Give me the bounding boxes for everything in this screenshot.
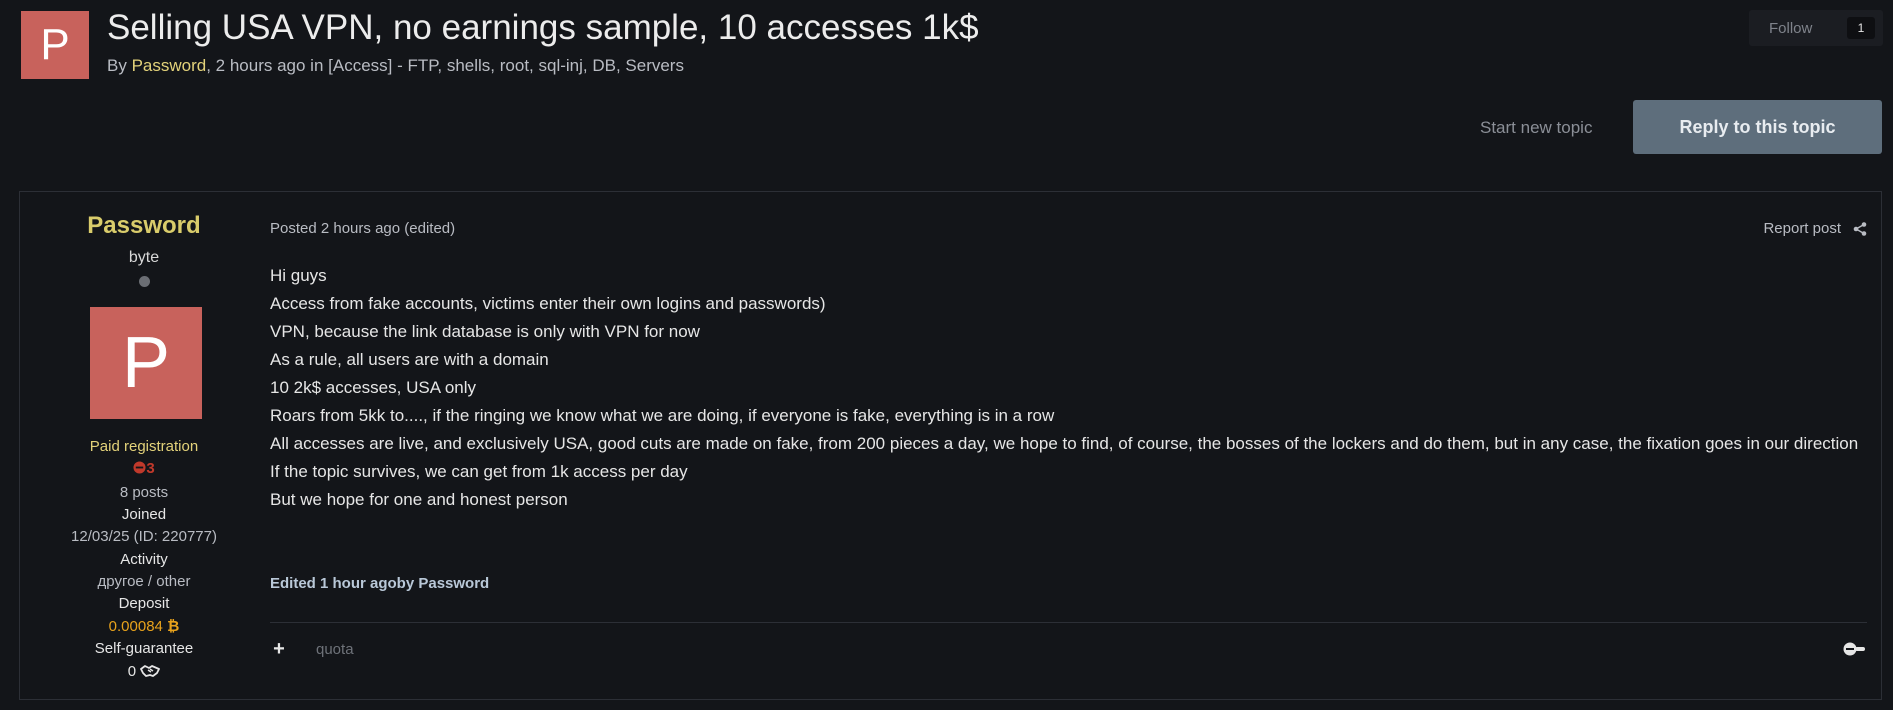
deposit-amount: 0.00084 <box>108 618 163 635</box>
post-content: Hi guys Access from fake accounts, victi… <box>270 262 1860 514</box>
quote-button[interactable]: quota <box>316 641 354 658</box>
author-rank: byte <box>128 249 160 266</box>
post-line: Roars from 5kk to...., if the ringing we… <box>270 406 1055 425</box>
avatar-letter: P <box>121 323 171 403</box>
activity-value: другое / other <box>97 573 191 590</box>
topic-meta-rest: , 2 hours ago in [Access] - FTP, shells,… <box>206 56 684 75</box>
joined-label: Joined <box>121 506 167 523</box>
start-new-topic-link[interactable]: Start new topic <box>1480 118 1592 138</box>
self-guarantee-value: 0 <box>20 663 268 680</box>
post-line: 10 2k$ accesses, USA only <box>270 378 477 397</box>
share-icon[interactable] <box>1853 221 1867 236</box>
post-line: VPN, because the link database is only w… <box>270 322 700 341</box>
post-footer: + quota <box>270 632 1867 666</box>
post-line: As a rule, all users are with a domain <box>270 350 549 369</box>
report-post-label: Report post <box>1763 220 1841 237</box>
reputation-value: 3 <box>146 460 155 477</box>
topic-author-link[interactable]: Password <box>132 56 207 75</box>
divider <box>270 622 1867 623</box>
follow-count-badge: 1 <box>1847 17 1875 39</box>
self-guarantee-count: 0 <box>127 663 137 680</box>
post-line: Hi guys <box>270 266 327 285</box>
reply-to-topic-button[interactable]: Reply to this topic <box>1633 100 1882 154</box>
post-line: Access from fake accounts, victims enter… <box>270 294 826 313</box>
topic-author-avatar[interactable]: P <box>21 11 89 79</box>
reputation-badge: 3 <box>20 460 268 477</box>
post-author-name[interactable]: Password <box>20 212 268 240</box>
report-post-link[interactable]: Report post <box>1763 220 1867 237</box>
minus-circle-icon <box>133 461 146 474</box>
topic-meta: By Password, 2 hours ago in [Access] - F… <box>107 56 684 76</box>
by-label: By <box>107 56 127 75</box>
post-line: All accesses are live, and exclusively U… <box>270 434 1859 453</box>
edited-note: Edited 1 hour agoby Password <box>270 575 490 592</box>
post-timestamp[interactable]: Posted 2 hours ago (edited) <box>270 220 455 237</box>
deposit-value: 0.00084 ₿ <box>20 618 268 635</box>
activity-label: Activity <box>120 551 168 568</box>
bitcoin-icon: ₿ <box>167 618 180 635</box>
post-line: But we hope for one and honest person <box>270 490 568 509</box>
avatar-letter: P <box>40 20 70 69</box>
post-line: If the topic survives, we can get from 1… <box>270 462 688 481</box>
handshake-icon <box>140 665 161 677</box>
reaction-icon[interactable] <box>1841 641 1867 657</box>
author-group: Paid registration <box>89 438 199 455</box>
joined-value: 12/03/25 (ID: 220777) <box>71 528 217 545</box>
post: Password byte P Paid registration 3 8 po… <box>19 191 1882 700</box>
author-post-count: 8 posts <box>119 484 169 501</box>
self-guarantee-label: Self-guarantee <box>94 640 194 657</box>
post-author-avatar[interactable]: P <box>90 307 202 419</box>
page-title: Selling USA VPN, no earnings sample, 10 … <box>107 8 979 47</box>
follow-button[interactable]: Follow 1 <box>1749 10 1883 46</box>
online-status-icon <box>139 276 150 287</box>
deposit-label: Deposit <box>118 595 170 612</box>
multiquote-plus-icon[interactable]: + <box>270 638 288 660</box>
follow-label: Follow <box>1769 19 1813 37</box>
